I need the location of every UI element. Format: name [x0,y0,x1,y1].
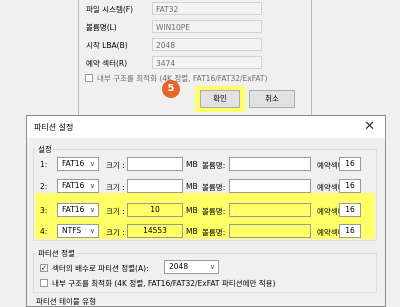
row-number: 4: [40,227,48,236]
size-label: 크기 : [106,207,125,216]
size-input[interactable] [127,157,183,171]
optimize-checkbox[interactable] [85,74,93,82]
mb-label: MB [186,160,198,169]
reserved-sector-label: 예약 섹터(R) [86,59,128,68]
volume-name-label: 볼륨명: [202,228,226,237]
format-dialog: 파일 시스템(F) FAT32 볼륨명(L) WIN10PE 시작 LBA(B)… [78,0,312,117]
alignment-group-label: 파티션 정렬 [36,248,77,259]
reserved-sector-field[interactable]: 3474 [152,56,262,69]
row-number: 2: [40,182,48,191]
filesystem-select[interactable]: FAT16 ∨ [57,157,99,171]
step-badge: 5 [162,80,180,98]
close-icon[interactable]: ✕ [364,119,375,134]
optimize-label: 내부 구조를 최적화 (4K 정렬, FAT16/FAT32/ExFAT 파티션… [52,279,276,288]
filesystem-field[interactable]: FAT32 [152,2,262,15]
filesystem-label: 파일 시스템(F) [86,5,134,14]
volume-name-label: 볼륨명: [202,161,226,170]
ok-button[interactable]: 확인 [200,90,240,108]
dialog-title: 파티션 설정 [34,123,74,132]
volume-label: 볼륨명(L) [86,23,117,32]
reserved-sector-input[interactable]: 16 [339,224,361,238]
volume-name-input[interactable] [229,157,311,171]
align-label: 섹터의 배수로 파티션 정렬(A): [52,264,149,273]
settings-group-label: 설정 [36,144,54,155]
start-lba-label: 시작 LBA(B) [86,41,128,50]
volume-name-input[interactable] [229,203,311,217]
optimize-label: 내부 구조를 최적화 (4K 정렬, FAT16/FAT32/ExFAT) [97,74,268,83]
size-label: 크기 : [106,228,125,237]
title-bar: 파티션 설정 ✕ [27,116,385,138]
cancel-button[interactable]: 취소 [249,90,295,108]
partition-settings-dialog: 파티션 설정 ✕ 설정 1: FAT16 ∨ 크기 : MB 볼륨명: 예약섹터:… [26,115,386,307]
size-input[interactable] [127,179,183,193]
filesystem-select[interactable]: FAT16 ∨ [57,203,99,217]
volume-name-label: 볼륨명: [202,207,226,216]
mb-label: MB [186,227,198,236]
filesystem-select[interactable]: FAT16 ∨ [57,179,99,193]
volume-name-input[interactable] [229,179,311,193]
mb-label: MB [186,206,198,215]
mb-label: MB [186,182,198,191]
row-number: 1: [40,160,48,169]
row-number: 3: [40,206,48,215]
align-select[interactable]: 2048 ∨ [164,260,219,274]
volume-field[interactable]: WIN10PE [152,20,262,33]
optimize-checkbox[interactable] [40,279,48,287]
chevron-down-icon: ∨ [89,206,95,214]
volume-name-input[interactable] [229,224,311,238]
size-input[interactable]: 14553 [127,224,183,238]
reserved-sector-input[interactable]: 16 [339,157,361,171]
align-checkbox[interactable]: ✓ [40,264,48,272]
partition-table-type-label: 파티션 테이블 유형 [36,297,96,306]
filesystem-select[interactable]: NTFS ∨ [57,224,99,238]
size-label: 크기 : [106,183,125,192]
chevron-down-icon: ∨ [89,227,95,235]
chevron-down-icon: ∨ [89,160,95,168]
size-input[interactable]: 10 [127,203,183,217]
chevron-down-icon: ∨ [89,182,95,190]
chevron-down-icon: ∨ [209,263,215,271]
reserved-sector-input[interactable]: 16 [339,203,361,217]
start-lba-field[interactable]: 2048 [152,38,262,51]
size-label: 크기 : [106,161,125,170]
reserved-sector-input[interactable]: 16 [339,179,361,193]
volume-name-label: 볼륨명: [202,183,226,192]
